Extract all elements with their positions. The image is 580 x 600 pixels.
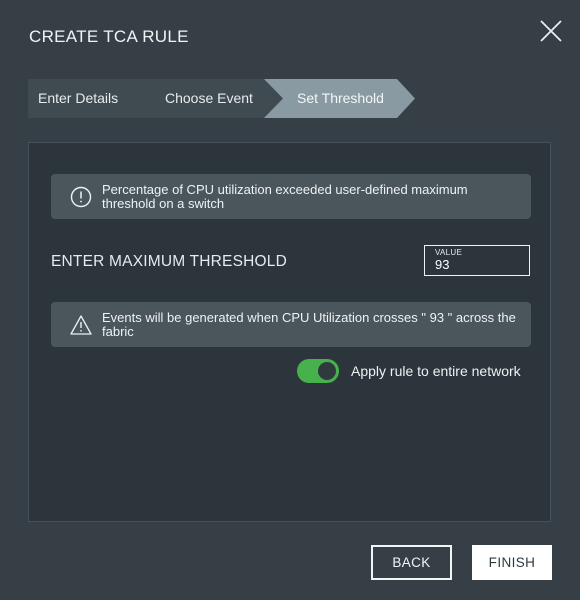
toggle-knob bbox=[318, 362, 336, 380]
warning-banner: Events will be generated when CPU Utiliz… bbox=[51, 302, 531, 347]
info-banner: Percentage of CPU utilization exceeded u… bbox=[51, 174, 531, 219]
dialog-title: CREATE TCA RULE bbox=[29, 27, 189, 46]
step-enter-details[interactable]: Enter Details bbox=[38, 79, 118, 118]
info-circle-icon bbox=[70, 186, 92, 208]
warning-triangle-icon bbox=[70, 314, 92, 336]
threshold-label: ENTER MAXIMUM THRESHOLD bbox=[51, 253, 287, 270]
step-choose-event[interactable]: Choose Event bbox=[165, 79, 253, 118]
wizard-steps: Enter Details Choose Event Set Threshold bbox=[28, 79, 418, 118]
create-tca-rule-dialog: CREATE TCA RULE Enter Details Choose Eve… bbox=[0, 0, 580, 600]
network-toggle-row: Apply rule to entire network bbox=[297, 359, 521, 383]
back-button[interactable]: BACK bbox=[371, 545, 452, 580]
info-banner-text: Percentage of CPU utilization exceeded u… bbox=[102, 181, 468, 211]
close-icon[interactable] bbox=[539, 19, 563, 43]
threshold-panel: Percentage of CPU utilization exceeded u… bbox=[28, 142, 551, 522]
value-input-value: 93 bbox=[435, 257, 450, 272]
threshold-value-input[interactable]: VALUE 93 bbox=[424, 245, 530, 276]
warning-banner-text: Events will be generated when CPU Utiliz… bbox=[102, 309, 516, 339]
apply-network-toggle[interactable] bbox=[297, 359, 339, 383]
apply-network-label: Apply rule to entire network bbox=[351, 363, 521, 379]
step-set-threshold[interactable]: Set Threshold bbox=[297, 79, 384, 118]
finish-button[interactable]: FINISH bbox=[472, 545, 552, 580]
value-input-label: VALUE bbox=[435, 248, 463, 257]
